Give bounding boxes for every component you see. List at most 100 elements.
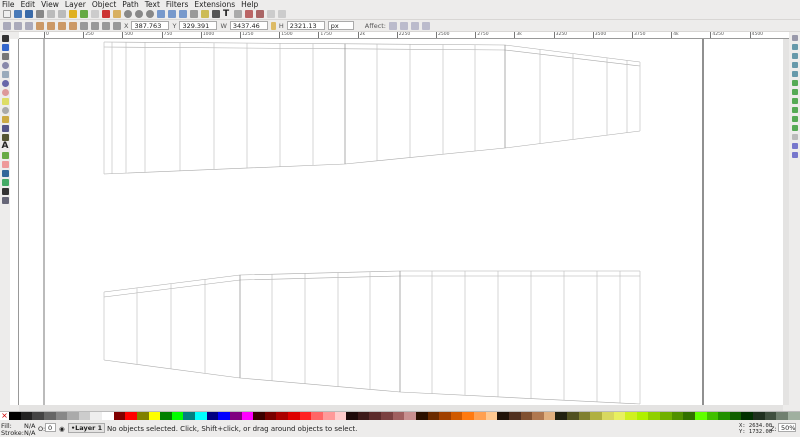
color-swatch[interactable] [335, 412, 347, 420]
eraser-tool-icon[interactable] [2, 161, 9, 168]
color-swatch[interactable] [265, 412, 277, 420]
color-swatch[interactable] [544, 412, 556, 420]
color-swatch[interactable] [276, 412, 288, 420]
color-swatch[interactable] [521, 412, 533, 420]
color-swatch[interactable] [439, 412, 451, 420]
color-swatch[interactable] [218, 412, 230, 420]
color-swatch[interactable] [625, 412, 637, 420]
color-swatch[interactable] [183, 412, 195, 420]
color-swatch[interactable] [765, 412, 777, 420]
snap-smooth-icon[interactable] [792, 107, 798, 113]
color-swatch[interactable] [137, 412, 149, 420]
zoom-page-icon[interactable] [146, 10, 154, 18]
star-tool-icon[interactable] [2, 98, 9, 105]
color-swatch[interactable] [660, 412, 672, 420]
clone-icon[interactable] [168, 10, 176, 18]
more-icon[interactable] [278, 10, 286, 18]
color-swatch[interactable] [637, 412, 649, 420]
menu-extensions[interactable]: Extensions [194, 0, 235, 9]
zoom-drawing-icon[interactable] [135, 10, 143, 18]
export-icon[interactable] [58, 10, 66, 18]
snap-midpoints-icon[interactable] [792, 116, 798, 122]
color-swatch[interactable] [56, 412, 68, 420]
color-swatch[interactable] [381, 412, 393, 420]
color-swatch[interactable] [358, 412, 370, 420]
snap-page-icon[interactable] [792, 143, 798, 149]
text-font-icon[interactable]: T [223, 10, 231, 18]
color-swatch[interactable] [614, 412, 626, 420]
menu-object[interactable]: Object [92, 0, 116, 9]
gradient-tool-icon[interactable] [2, 179, 9, 186]
lock-icon[interactable] [271, 22, 276, 30]
w-input[interactable]: 3437.46 [230, 21, 268, 30]
snap-grid-icon[interactable] [792, 152, 798, 158]
snap-cusp-icon[interactable] [792, 98, 798, 104]
color-swatch[interactable] [9, 412, 21, 420]
ellipse-tool-icon[interactable] [2, 89, 9, 96]
zoom-selection-icon[interactable] [124, 10, 132, 18]
color-swatch[interactable] [497, 412, 509, 420]
menu-filters[interactable]: Filters [166, 0, 188, 9]
lower-to-bottom-icon[interactable] [113, 22, 121, 30]
fill-stroke-icon[interactable] [212, 10, 220, 18]
color-swatch[interactable] [486, 412, 498, 420]
color-swatch[interactable] [67, 412, 79, 420]
color-swatch[interactable] [79, 412, 91, 420]
color-swatch[interactable] [532, 412, 544, 420]
vertical-ruler[interactable] [10, 39, 19, 405]
color-swatch[interactable] [555, 412, 567, 420]
color-swatch[interactable] [288, 412, 300, 420]
paste-icon[interactable] [113, 10, 121, 18]
save-icon[interactable] [25, 10, 33, 18]
flip-horizontal-icon[interactable] [58, 22, 66, 30]
document-properties-icon[interactable] [267, 10, 275, 18]
opacity-input[interactable]: 0 [45, 423, 56, 432]
color-swatch[interactable] [776, 412, 788, 420]
snap-intersections-icon[interactable] [792, 89, 798, 95]
color-swatch[interactable] [602, 412, 614, 420]
color-swatch[interactable] [741, 412, 753, 420]
no-paint-swatch[interactable]: × [0, 412, 9, 420]
ungroup-icon[interactable] [201, 10, 209, 18]
connector-tool-icon[interactable] [2, 197, 9, 204]
color-swatch[interactable] [695, 412, 707, 420]
color-swatch[interactable] [462, 412, 474, 420]
color-swatch[interactable] [102, 412, 114, 420]
color-swatch[interactable] [114, 412, 126, 420]
color-swatch[interactable] [207, 412, 219, 420]
tweak-tool-icon[interactable] [2, 53, 9, 60]
snap-toggle-icon[interactable] [792, 35, 798, 41]
pen-tool-icon[interactable] [2, 125, 9, 132]
paint-bucket-tool-icon[interactable] [2, 170, 9, 177]
layer-select[interactable]: •Layer 1 [68, 423, 105, 433]
menu-path[interactable]: Path [122, 0, 138, 9]
color-swatch[interactable] [707, 412, 719, 420]
color-swatch[interactable] [44, 412, 56, 420]
color-swatch[interactable] [21, 412, 33, 420]
snap-nodes-icon[interactable] [792, 71, 798, 77]
align-icon[interactable] [245, 10, 253, 18]
color-swatch[interactable] [230, 412, 242, 420]
color-swatch[interactable] [32, 412, 44, 420]
cut-icon[interactable] [102, 10, 110, 18]
color-swatch[interactable] [195, 412, 207, 420]
color-swatch[interactable] [509, 412, 521, 420]
spray-tool-icon[interactable] [2, 152, 9, 159]
unit-select[interactable]: px [328, 21, 354, 30]
color-swatch[interactable] [648, 412, 660, 420]
dropper-tool-icon[interactable] [2, 188, 9, 195]
color-swatch[interactable] [672, 412, 684, 420]
color-swatch[interactable] [428, 412, 440, 420]
menu-layer[interactable]: Layer [65, 0, 86, 9]
snap-paths-icon[interactable] [792, 80, 798, 86]
3d-box-tool-icon[interactable] [2, 80, 9, 87]
select-all-layers-icon[interactable] [14, 22, 22, 30]
color-swatch[interactable] [567, 412, 579, 420]
flip-vertical-icon[interactable] [69, 22, 77, 30]
h-input[interactable]: 2321.13 [287, 21, 325, 30]
color-swatch[interactable] [393, 412, 405, 420]
snap-rotation-center-icon[interactable] [792, 134, 798, 140]
menu-file[interactable]: File [2, 0, 15, 9]
color-swatch[interactable] [125, 412, 137, 420]
pencil-tool-icon[interactable] [2, 116, 9, 123]
